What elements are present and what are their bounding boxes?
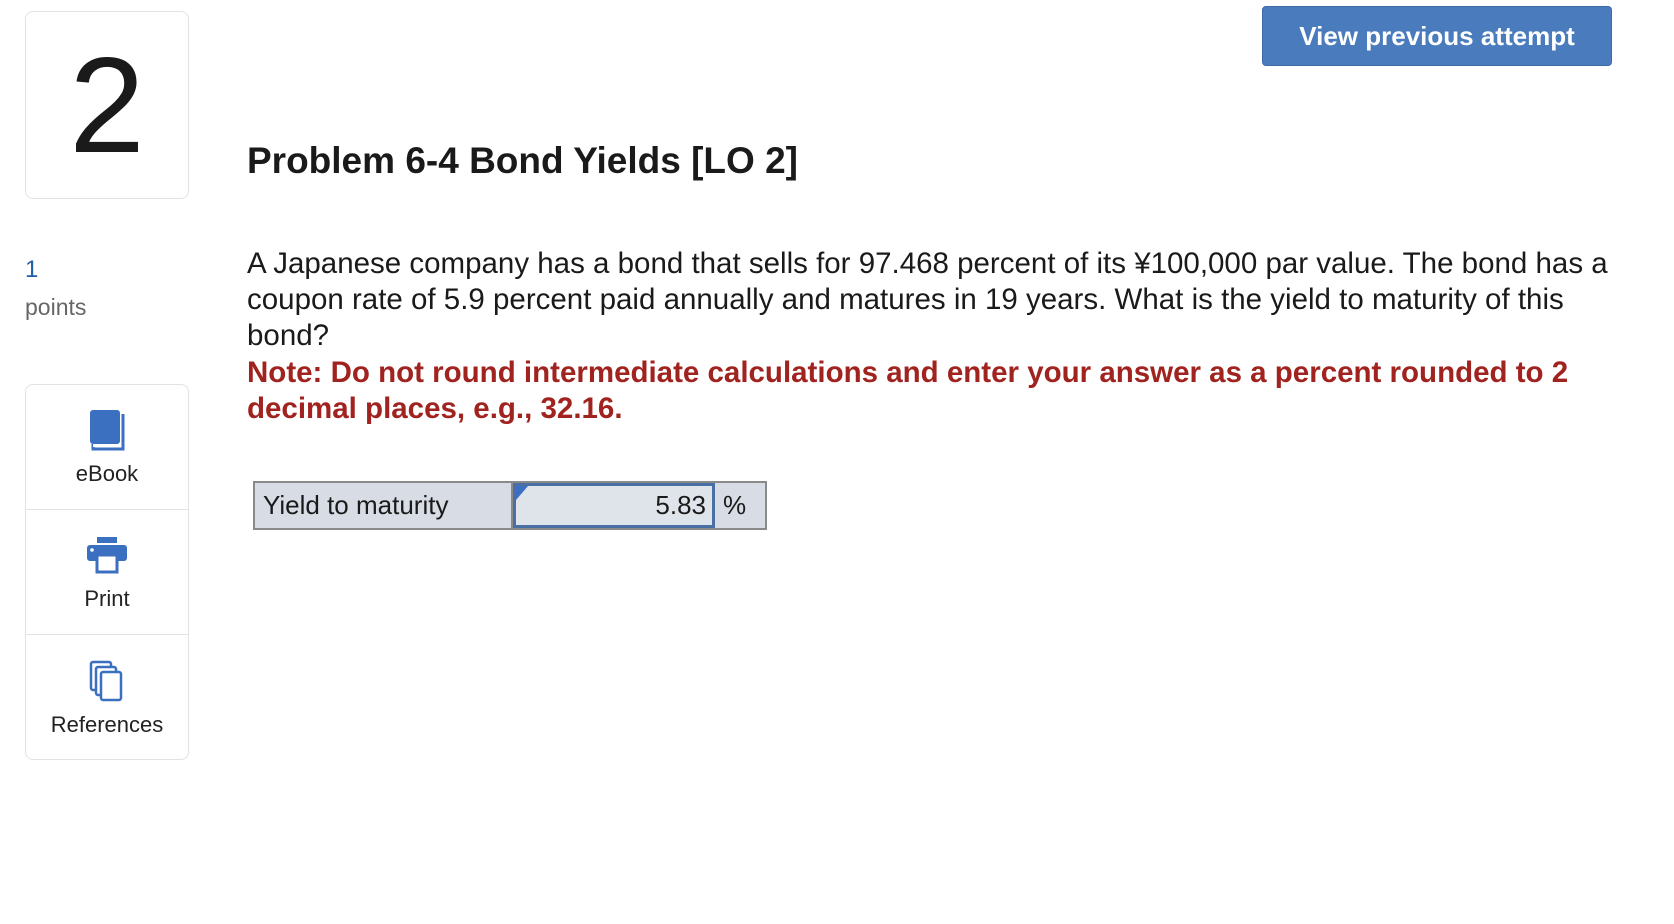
question-text: A Japanese company has a bond that sells… xyxy=(247,247,1608,352)
book-icon xyxy=(84,407,130,453)
points-value: 1 xyxy=(25,256,39,283)
problem-title: Problem 6-4 Bond Yields [LO 2] xyxy=(247,140,798,181)
printer-icon xyxy=(84,532,130,578)
ebook-button[interactable]: eBook xyxy=(26,385,188,510)
references-label: References xyxy=(50,711,164,737)
print-label: Print xyxy=(84,586,130,611)
yield-to-maturity-value: 5.83 xyxy=(655,490,706,520)
answer-note: Note: Do not round intermediate calculat… xyxy=(247,356,1569,425)
ebook-label: eBook xyxy=(75,461,139,486)
references-button[interactable]: References xyxy=(26,635,188,759)
question-number: 2 xyxy=(25,11,189,199)
yield-to-maturity-input[interactable]: 5.83 xyxy=(513,483,715,528)
input-marker-icon xyxy=(516,486,528,500)
question-page: 2 1 points eBook Print References View p… xyxy=(0,0,1674,924)
print-button[interactable]: Print xyxy=(26,510,188,635)
view-previous-attempt-button[interactable]: View previous attempt xyxy=(1262,6,1612,66)
answer-table: Yield to maturity 5.83 % xyxy=(253,481,767,530)
copy-icon xyxy=(84,658,130,704)
yield-to-maturity-label: Yield to maturity xyxy=(255,483,513,528)
percent-unit: % xyxy=(723,490,747,520)
points-label: points xyxy=(25,294,87,320)
tools-panel: eBook Print References xyxy=(25,384,189,760)
